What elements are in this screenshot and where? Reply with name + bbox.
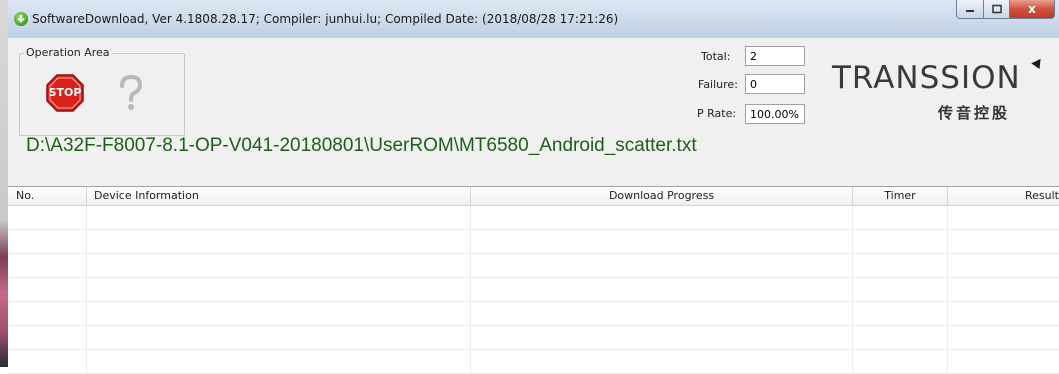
operation-area-label: Operation Area xyxy=(24,46,112,59)
close-icon: x xyxy=(1028,2,1036,16)
failure-label: Failure: xyxy=(698,78,738,91)
question-mark-icon xyxy=(120,74,143,110)
stop-button[interactable]: STOP xyxy=(45,73,85,113)
maximize-icon xyxy=(991,4,1002,14)
maximize-button[interactable] xyxy=(984,0,1010,19)
col-timer[interactable]: Timer xyxy=(853,187,948,205)
failure-field[interactable]: 0 xyxy=(745,74,805,94)
table-row[interactable] xyxy=(8,206,1059,230)
stop-label: STOP xyxy=(48,86,82,99)
table-row[interactable] xyxy=(8,278,1059,302)
caption-buttons: x xyxy=(956,0,1055,20)
desktop-edge xyxy=(0,0,8,367)
col-download-progress[interactable]: Download Progress xyxy=(471,187,853,205)
brand-mark-icon xyxy=(1031,55,1045,70)
table-row[interactable] xyxy=(8,326,1059,350)
col-no[interactable]: No. xyxy=(8,187,87,205)
close-button[interactable]: x xyxy=(1010,0,1055,19)
title-bar[interactable]: SoftwareDownload, Ver 4.1808.28.17; Comp… xyxy=(8,0,1059,39)
total-label: Total: xyxy=(701,50,731,63)
brand-logo: TRANSSION xyxy=(832,60,1021,96)
app-download-icon xyxy=(14,12,28,26)
minimize-button[interactable] xyxy=(956,0,984,19)
device-table: No. Device Information Download Progress… xyxy=(8,186,1059,374)
table-row[interactable] xyxy=(8,350,1059,374)
window-title: SoftwareDownload, Ver 4.1808.28.17; Comp… xyxy=(32,12,619,26)
table-row[interactable] xyxy=(8,230,1059,254)
table-row[interactable] xyxy=(8,302,1059,326)
col-device-information[interactable]: Device Information xyxy=(87,187,471,205)
prate-field[interactable]: 100.00% xyxy=(745,104,805,124)
table-header: No. Device Information Download Progress… xyxy=(8,187,1059,206)
table-row[interactable] xyxy=(8,254,1059,278)
prate-label: P Rate: xyxy=(697,107,737,120)
app-window: SoftwareDownload, Ver 4.1808.28.17; Comp… xyxy=(8,0,1059,374)
col-result[interactable]: Result xyxy=(948,187,1059,205)
help-button[interactable] xyxy=(117,74,145,113)
control-panel: Operation Area STOP Total: 2 Failure: 0 … xyxy=(8,38,1059,186)
scatter-file-path: D:\A32F-F8007-8.1-OP-V041-20180801\UserR… xyxy=(26,135,697,156)
total-field[interactable]: 2 xyxy=(745,46,805,66)
operation-area-group xyxy=(19,53,185,136)
brand-subtitle: 传音控股 xyxy=(938,104,1011,122)
minimize-icon xyxy=(966,10,974,12)
table-body xyxy=(8,206,1059,374)
